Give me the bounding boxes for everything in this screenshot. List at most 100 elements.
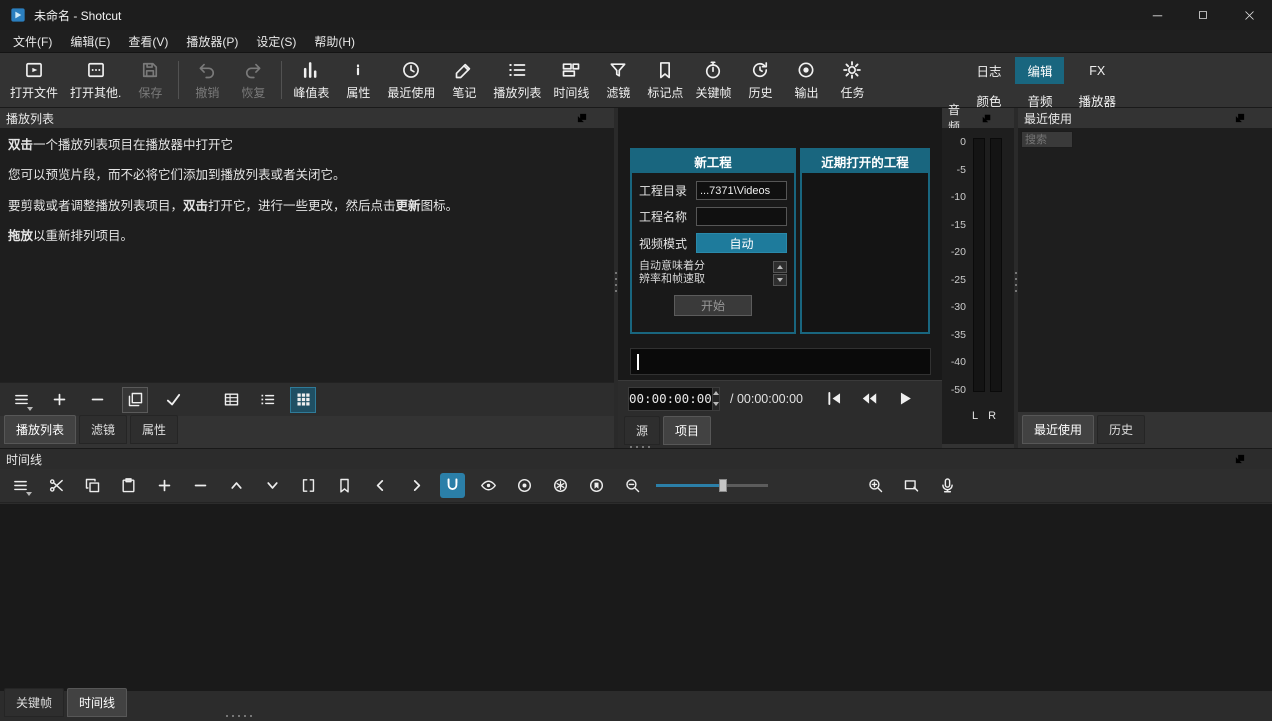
- close-panel-icon[interactable]: [1252, 452, 1266, 466]
- tab-recent[interactable]: 最近使用: [1022, 415, 1094, 444]
- tab-timeline[interactable]: 时间线: [67, 688, 127, 717]
- keyframes-button[interactable]: 关键帧: [689, 56, 737, 104]
- layout-log-button[interactable]: 日志: [964, 57, 1013, 84]
- start-button[interactable]: 开始: [674, 295, 752, 316]
- timeline-tracks-area[interactable]: [0, 504, 1272, 691]
- update-icon: [127, 391, 144, 408]
- playlist-icon: [507, 59, 527, 81]
- zoom-out-button[interactable]: [620, 473, 645, 498]
- playlist-remove-button[interactable]: [84, 387, 110, 413]
- recent-button[interactable]: 最近使用: [381, 56, 441, 104]
- recent-search-input[interactable]: [1021, 131, 1073, 148]
- project-name-input[interactable]: [696, 207, 787, 226]
- skip-to-start-button[interactable]: [822, 387, 846, 411]
- save-button[interactable]: 保存: [127, 56, 173, 104]
- layout-edit-button[interactable]: 编辑: [1015, 57, 1064, 84]
- filters-button[interactable]: 滤镜: [595, 56, 641, 104]
- playlist-update-button[interactable]: [122, 387, 148, 413]
- play-button[interactable]: [892, 387, 916, 411]
- timecode-field[interactable]: 00:00:00:00: [628, 387, 720, 411]
- menu-help[interactable]: 帮助(H): [305, 30, 364, 53]
- video-mode-button[interactable]: 自动: [696, 233, 787, 253]
- copy-button[interactable]: [80, 473, 105, 498]
- playlist-button[interactable]: 播放列表: [487, 56, 547, 104]
- new-project-title: 新工程: [632, 150, 794, 173]
- slider-handle[interactable]: [719, 479, 727, 492]
- next-marker-button[interactable]: [404, 473, 429, 498]
- menu-edit[interactable]: 编辑(E): [61, 30, 119, 53]
- markers-button[interactable]: 标记点: [641, 56, 689, 104]
- view-icons-button[interactable]: [290, 387, 316, 413]
- toolbar-separator: [281, 61, 282, 99]
- append-button[interactable]: [152, 473, 177, 498]
- player-seek-bar[interactable]: [630, 348, 931, 375]
- playlist-menu-button[interactable]: [8, 387, 34, 413]
- open-other-button[interactable]: 打开其他.: [64, 56, 127, 104]
- rewind-button[interactable]: [857, 387, 881, 411]
- peak-meter-button[interactable]: 峰值表: [287, 56, 335, 104]
- menu-settings[interactable]: 设定(S): [247, 30, 305, 53]
- recent-projects-list[interactable]: [802, 173, 928, 332]
- properties-button[interactable]: 属性: [335, 56, 381, 104]
- record-audio-button[interactable]: [935, 473, 960, 498]
- menu-player[interactable]: 播放器(P): [177, 30, 247, 53]
- redo-button[interactable]: 恢复: [230, 56, 276, 104]
- notes-button[interactable]: 笔记: [441, 56, 487, 104]
- scroll-up-button[interactable]: [773, 261, 787, 273]
- tab-keyframes[interactable]: 关键帧: [4, 688, 64, 717]
- marker-button[interactable]: [332, 473, 357, 498]
- paste-button[interactable]: [116, 473, 141, 498]
- jobs-button[interactable]: 任务: [829, 56, 875, 104]
- ripple-toggle-button[interactable]: [512, 473, 537, 498]
- timeline-menu-button[interactable]: [8, 473, 33, 498]
- zoom-fit-button[interactable]: [899, 473, 924, 498]
- tab-history[interactable]: 历史: [1097, 415, 1145, 444]
- timecode-up-button[interactable]: [713, 388, 719, 399]
- ripple-delete-button[interactable]: [188, 473, 213, 498]
- tab-playlist[interactable]: 播放列表: [4, 415, 76, 444]
- minimize-button[interactable]: [1134, 0, 1180, 30]
- close-panel-icon[interactable]: [1252, 111, 1266, 125]
- tab-project[interactable]: 项目: [663, 416, 711, 445]
- timeline-button[interactable]: 时间线: [547, 56, 595, 104]
- tab-source[interactable]: 源: [624, 416, 660, 445]
- close-panel-icon[interactable]: [997, 111, 1008, 125]
- view-details-button[interactable]: [218, 387, 244, 413]
- previous-marker-button[interactable]: [368, 473, 393, 498]
- view-tiles-button[interactable]: [254, 387, 280, 413]
- snap-toggle-button[interactable]: [440, 473, 465, 498]
- plus-icon: [51, 391, 68, 408]
- cut-button[interactable]: [44, 473, 69, 498]
- lift-button[interactable]: [224, 473, 249, 498]
- playlist-add-button[interactable]: [46, 387, 72, 413]
- float-panel-icon[interactable]: [1233, 111, 1247, 125]
- open-file-button[interactable]: 打开文件: [4, 56, 64, 104]
- output-button[interactable]: 输出: [783, 56, 829, 104]
- float-panel-icon[interactable]: [1233, 452, 1247, 466]
- audio-panel-header: 音频...: [942, 108, 1014, 128]
- menu-view[interactable]: 查看(V): [119, 30, 177, 53]
- scroll-down-button[interactable]: [773, 274, 787, 286]
- float-panel-icon[interactable]: [981, 111, 992, 125]
- scrub-while-dragging-button[interactable]: [476, 473, 501, 498]
- menu-file[interactable]: 文件(F): [4, 30, 61, 53]
- close-button[interactable]: [1226, 0, 1272, 30]
- playlist-apply-button[interactable]: [160, 387, 186, 413]
- timeline-zoom-slider[interactable]: [656, 478, 768, 493]
- overwrite-button[interactable]: [260, 473, 285, 498]
- project-dir-input[interactable]: [696, 181, 787, 200]
- history-button[interactable]: 历史: [737, 56, 783, 104]
- float-panel-icon[interactable]: [575, 111, 589, 125]
- tab-properties[interactable]: 属性: [130, 415, 178, 444]
- ripple-markers-button[interactable]: [584, 473, 609, 498]
- timecode-down-button[interactable]: [713, 399, 719, 410]
- zoom-in-button[interactable]: [863, 473, 888, 498]
- maximize-button[interactable]: [1180, 0, 1226, 30]
- undo-button[interactable]: 撤销: [184, 56, 230, 104]
- split-button[interactable]: [296, 473, 321, 498]
- close-panel-icon[interactable]: [594, 111, 608, 125]
- tab-filters[interactable]: 滤镜: [79, 415, 127, 444]
- layout-fx-button[interactable]: FX: [1066, 57, 1128, 84]
- ripple-all-tracks-button[interactable]: [548, 473, 573, 498]
- player-tabs: 源 项目: [618, 416, 942, 448]
